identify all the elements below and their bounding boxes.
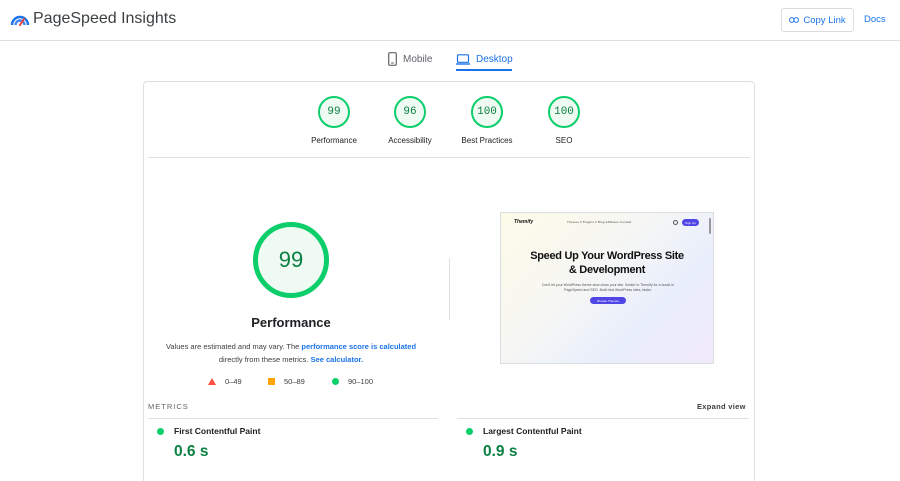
metric-fcp: First Contentful Paint 0.6 s xyxy=(157,426,260,461)
copy-link-button[interactable]: Copy Link xyxy=(781,8,854,32)
copy-link-label: Copy Link xyxy=(803,14,846,26)
legend-label: 0–49 xyxy=(225,377,242,386)
category-score-gauge: 100 xyxy=(471,96,503,128)
category-best-practices[interactable]: 100 Best Practices xyxy=(447,96,527,145)
metric-divider xyxy=(148,418,438,419)
preview-headline-line: & Development xyxy=(568,264,646,276)
category-label: Best Practices xyxy=(461,136,513,145)
tab-mobile[interactable]: Mobile xyxy=(388,48,432,70)
category-label: Performance xyxy=(311,136,357,145)
category-seo[interactable]: 100 SEO xyxy=(524,96,604,145)
legend-average: 50–89 xyxy=(268,377,305,386)
metric-value: 0.6 s xyxy=(174,443,209,460)
link-icon xyxy=(789,17,800,23)
performance-score-link[interactable]: performance score is calculated xyxy=(301,342,416,351)
metric-value: 0.9 s xyxy=(483,443,518,460)
metric-divider xyxy=(457,418,749,419)
category-performance[interactable]: 99 Performance xyxy=(294,96,374,145)
score-note: Values are estimated and may vary. The p… xyxy=(160,340,422,366)
category-accessibility[interactable]: 96 Accessibility xyxy=(370,96,450,145)
preview-subtitle: Don't let your WordPress theme slow down… xyxy=(542,283,674,292)
preview-headline-line: Speed Up Your WordPress Site xyxy=(530,250,684,262)
legend-label: 50–89 xyxy=(284,377,305,386)
expand-view-button[interactable]: Expand view xyxy=(697,402,746,411)
top-bar: PageSpeed Insights Copy Link Docs xyxy=(0,0,900,41)
page-screenshot-preview: Themify Themes ▾ Plugins ▾ Blog Affiliat… xyxy=(500,212,714,364)
metric-header: Largest Contentful Paint xyxy=(466,426,582,436)
performance-title: Performance xyxy=(251,315,331,330)
preview-cta-button: Browse Themes xyxy=(590,297,626,304)
pagespeed-logo-icon[interactable] xyxy=(10,9,30,29)
laptop-icon xyxy=(456,53,470,65)
note-text: Values are estimated and may vary. The xyxy=(165,342,302,351)
note-text: directly from these metrics. xyxy=(218,355,311,364)
preview-nav-links: Themes ▾ Plugins ▾ Blog Affiliates Conta… xyxy=(567,220,632,224)
docs-link[interactable]: Docs xyxy=(864,14,886,25)
phone-icon xyxy=(388,52,397,66)
category-label: SEO xyxy=(555,136,573,145)
section-divider xyxy=(148,157,750,158)
metric-header: First Contentful Paint xyxy=(157,426,260,436)
green-circle-icon xyxy=(332,378,339,385)
preview-scrollbar xyxy=(709,218,711,234)
metrics-heading: METRICS xyxy=(148,402,189,411)
legend-label: 90–100 xyxy=(348,377,374,386)
preview-logo: Themify xyxy=(514,219,534,225)
orange-square-icon xyxy=(268,378,275,385)
tab-mobile-label: Mobile xyxy=(403,53,433,65)
green-circle-icon xyxy=(466,427,473,435)
see-calculator-link[interactable]: See calculator. xyxy=(311,355,364,364)
metric-name: Largest Contentful Paint xyxy=(483,426,582,436)
category-score-gauge: 96 xyxy=(394,96,426,128)
legend-pass: 90–100 xyxy=(332,377,373,386)
vertical-divider xyxy=(449,258,450,320)
preview-user-icon xyxy=(673,220,678,225)
category-score-gauge: 100 xyxy=(548,96,580,128)
category-score-gauge: 99 xyxy=(318,96,350,128)
tab-desktop[interactable]: Desktop xyxy=(456,48,513,70)
tab-desktop-label: Desktop xyxy=(476,53,513,65)
legend-fail: 0–49 xyxy=(208,377,242,386)
active-tab-indicator xyxy=(456,69,512,71)
performance-score-gauge: 99 xyxy=(253,222,329,298)
metric-lcp: Largest Contentful Paint 0.9 s xyxy=(466,426,582,461)
brand-name[interactable]: PageSpeed Insights xyxy=(33,10,176,28)
metric-name: First Contentful Paint xyxy=(174,426,261,436)
red-triangle-icon xyxy=(208,378,216,385)
preview-signup-button: Sign Up xyxy=(682,219,699,226)
preview-headline: Speed Up Your WordPress Site & Developme… xyxy=(501,249,713,277)
green-circle-icon xyxy=(157,427,164,435)
category-label: Accessibility xyxy=(388,136,432,145)
